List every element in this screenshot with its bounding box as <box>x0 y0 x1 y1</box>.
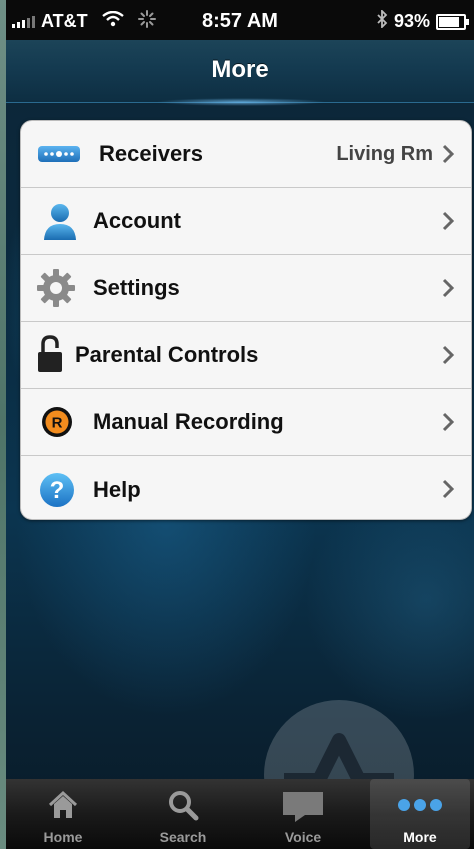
menu-item-label: Settings <box>93 275 180 300</box>
chevron-right-icon <box>439 143 457 165</box>
chevron-right-icon <box>439 411 457 433</box>
menu-item-label: Parental Controls <box>75 342 259 367</box>
status-bar: AT&T 8:57 AM 93% <box>6 0 474 40</box>
tab-more[interactable]: More <box>370 779 470 849</box>
more-menu: Receivers Living Rm Account Settings Par… <box>20 120 472 520</box>
battery-percent: 93% <box>393 11 430 31</box>
phone-screen: AT&T 8:57 AM 93% More Receivers Living R… <box>6 0 474 849</box>
home-icon <box>16 789 110 821</box>
voice-icon <box>256 789 350 825</box>
tab-label: Search <box>159 829 207 845</box>
account-icon <box>43 202 77 242</box>
tab-label: More <box>403 829 437 845</box>
menu-item-label: Manual Recording <box>93 409 284 434</box>
navigation-bar: More <box>6 40 474 106</box>
tab-label: Voice <box>284 829 322 845</box>
help-icon: ? <box>39 472 75 508</box>
menu-item-manual-recording[interactable]: R Manual Recording <box>21 389 471 456</box>
menu-item-receivers[interactable]: Receivers Living Rm <box>21 121 471 188</box>
battery-fill <box>439 16 459 27</box>
svg-text:R: R <box>52 415 63 432</box>
lock-icon <box>37 334 63 374</box>
menu-item-label: Account <box>93 208 181 233</box>
status-right: 93% <box>376 8 469 33</box>
menu-item-detail: Living Rm <box>336 142 433 165</box>
tab-label: Home <box>43 829 83 845</box>
chevron-right-icon <box>439 277 457 299</box>
gear-icon <box>35 267 77 309</box>
bluetooth-icon <box>376 8 388 33</box>
menu-item-label: Help <box>93 476 141 502</box>
record-icon: R <box>41 406 73 438</box>
chevron-right-icon <box>439 210 457 232</box>
menu-item-account[interactable]: Account <box>21 188 471 255</box>
menu-item-settings[interactable]: Settings <box>21 255 471 322</box>
chevron-right-icon <box>439 478 457 500</box>
more-icon <box>370 797 470 813</box>
menu-item-label: Receivers <box>99 141 203 166</box>
tab-search[interactable]: Search <box>136 779 230 849</box>
chevron-right-icon <box>439 344 457 366</box>
receiver-icon <box>37 144 81 164</box>
search-icon <box>136 789 230 821</box>
menu-item-parental-controls[interactable]: Parental Controls <box>21 322 471 389</box>
tab-voice[interactable]: Voice <box>256 779 350 849</box>
page-title: More <box>211 56 269 83</box>
svg-text:?: ? <box>50 477 65 504</box>
tab-home[interactable]: Home <box>16 779 110 849</box>
battery-icon <box>436 13 469 30</box>
menu-item-help[interactable]: ? Help <box>21 456 471 519</box>
tab-bar: Home Search Voice More <box>6 779 474 849</box>
